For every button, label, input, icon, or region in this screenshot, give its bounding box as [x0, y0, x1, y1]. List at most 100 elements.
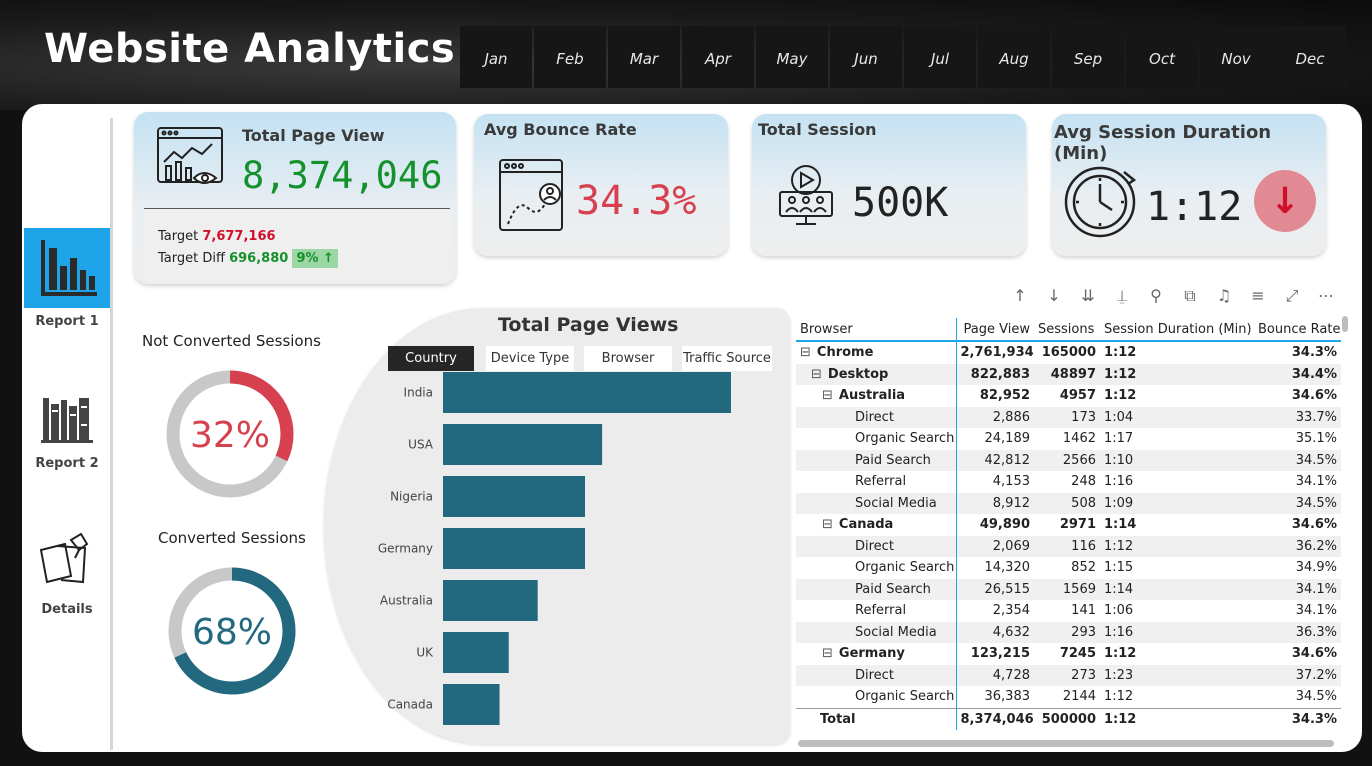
cell-browser-label: Paid Search [855, 581, 931, 597]
table-row[interactable]: ⊟ Germany 123,215 7245 1:12 34.6% [796, 643, 1341, 665]
more-icon[interactable]: ⋯ [1314, 286, 1338, 306]
cell-sessions: 1569 [1034, 578, 1100, 600]
month-button-oct[interactable]: Oct [1126, 26, 1198, 88]
cell-sessions: 7245 [1059, 646, 1096, 662]
collapse-toggle-icon[interactable]: ⊟ [822, 517, 833, 532]
cell-browser-label: Direct [855, 667, 894, 683]
cell-sessions: 500000 [1041, 711, 1096, 727]
month-button-may[interactable]: May [756, 26, 828, 88]
cell-duration: 1:12 [1104, 345, 1137, 361]
cell-browser: ⊟ Desktop [796, 363, 957, 385]
vertical-scrollbar[interactable] [1342, 316, 1348, 332]
bar-category-label: UK [416, 646, 434, 660]
cell-browser: Referral [796, 600, 957, 622]
bar-nigeria[interactable] [443, 476, 586, 517]
col-bounce-rate[interactable]: Bounce Rate [1254, 318, 1341, 341]
month-button-aug[interactable]: Aug [978, 26, 1050, 88]
kpi-bounce-rate: Avg Bounce Rate 34.3% [474, 114, 728, 256]
expand-hierarchy-icon[interactable]: ⍊ [1110, 286, 1134, 306]
table-row[interactable]: Organic Search 24,189 1462 1:17 35.1% [796, 428, 1341, 450]
kpi-session-duration: Avg Session Duration (Min) 1:12 ↓ [1052, 114, 1326, 256]
cell-browser-label: Australia [838, 388, 906, 404]
bar-category-label: India [404, 386, 433, 400]
collapse-toggle-icon[interactable]: ⊟ [811, 367, 822, 382]
cell-browser-label: Total [820, 711, 856, 727]
target-diff-line: Target Diff 696,880 9% ↑ [158, 249, 338, 268]
month-button-jul[interactable]: Jul [904, 26, 976, 88]
table-row[interactable]: Referral 2,354 141 1:06 34.1% [796, 600, 1341, 622]
page-title: Website Analytics [44, 26, 456, 72]
table-row[interactable]: Organic Search 14,320 852 1:15 34.9% [796, 557, 1341, 579]
trend-down-badge: ↓ [1254, 170, 1316, 232]
kpi-value: 34.3% [576, 178, 697, 224]
collapse-toggle-icon[interactable]: ⊟ [800, 345, 811, 360]
pin-icon[interactable]: ⚲ [1144, 286, 1168, 306]
focus-mode-icon[interactable]: ⤢ [1280, 286, 1304, 306]
nav-details[interactable]: Details [24, 530, 110, 617]
bar-india[interactable] [443, 372, 731, 413]
bar-australia[interactable] [443, 580, 538, 621]
col-browser[interactable]: Browser [796, 318, 957, 341]
double-arrow-down-icon[interactable]: ⇊ [1076, 286, 1100, 306]
col-sessions[interactable]: Sessions [1034, 318, 1100, 341]
table-row[interactable]: ⊟ Australia 82,952 4957 1:12 34.6% [796, 385, 1341, 407]
filter-icon[interactable]: ≡ [1246, 286, 1270, 306]
bar-category-label: Germany [378, 542, 433, 556]
not-converted-donut: 32% [166, 370, 294, 498]
arrow-up-icon: ↑ [323, 251, 334, 266]
table-row[interactable]: Social Media 8,912 508 1:09 34.5% [796, 492, 1341, 514]
table-row[interactable]: Organic Search 36,383 2144 1:12 34.5% [796, 686, 1341, 708]
cell-duration: 1:16 [1100, 621, 1254, 643]
cell-bounce-rate: 34.5% [1254, 449, 1341, 471]
arrow-up-icon[interactable]: ↑ [1008, 286, 1032, 306]
bar-usa[interactable] [443, 424, 603, 465]
cell-duration: 1:09 [1100, 492, 1254, 514]
nav-report-2[interactable]: Report 2 [24, 390, 110, 471]
bell-icon[interactable]: ♫ [1212, 286, 1236, 306]
cell-bounce-rate: 34.1% [1295, 474, 1337, 490]
table-row[interactable]: Referral 4,153 248 1:16 34.1% [796, 471, 1341, 493]
table-row[interactable]: ⊟ Desktop 822,883 48897 1:12 34.4% [796, 363, 1341, 385]
cell-bounce-rate: 34.1% [1295, 603, 1337, 619]
cell-page-view: 24,189 [984, 431, 1031, 447]
table-row[interactable]: ⊟ Chrome 2,761,934 165000 1:12 34.3% [796, 341, 1341, 364]
col-page-view[interactable]: Page View [956, 318, 1034, 341]
bar-uk[interactable] [443, 632, 509, 673]
cell-page-view: 2,886 [956, 406, 1034, 428]
bar-canada[interactable] [443, 684, 500, 725]
month-button-apr[interactable]: Apr [682, 26, 754, 88]
cell-page-view: 2,069 [956, 535, 1034, 557]
month-button-jun[interactable]: Jun [830, 26, 902, 88]
month-button-feb[interactable]: Feb [534, 26, 606, 88]
kpi-title: Avg Bounce Rate [484, 120, 637, 139]
table-row[interactable]: Direct 2,069 116 1:12 36.2% [796, 535, 1341, 557]
month-button-jan[interactable]: Jan [460, 26, 532, 88]
month-button-sep[interactable]: Sep [1052, 26, 1124, 88]
month-button-mar[interactable]: Mar [608, 26, 680, 88]
month-button-dec[interactable]: Dec [1274, 26, 1346, 88]
arrow-down-icon[interactable]: ↓ [1042, 286, 1066, 306]
table-row[interactable]: Paid Search 26,515 1569 1:14 34.1% [796, 578, 1341, 600]
cell-duration: 1:14 [1100, 578, 1254, 600]
table-row[interactable]: Direct 4,728 273 1:23 37.2% [796, 664, 1341, 686]
cell-browser-label: Paid Search [855, 452, 931, 468]
table-total-row[interactable]: Total 8,374,046 500000 1:12 34.3% [796, 708, 1341, 730]
cell-bounce-rate: 35.1% [1295, 431, 1337, 447]
table-row[interactable]: Direct 2,886 173 1:04 33.7% [796, 406, 1341, 428]
month-button-nov[interactable]: Nov [1200, 26, 1272, 88]
table-row[interactable]: Paid Search 42,812 2566 1:10 34.5% [796, 449, 1341, 471]
target-panel: Target 7,677,166 Target Diff 696,880 9% … [144, 208, 450, 283]
table-row[interactable]: ⊟ Canada 49,890 2971 1:14 34.6% [796, 514, 1341, 536]
copy-icon[interactable]: ⧉ [1178, 286, 1202, 306]
horizontal-scrollbar[interactable] [798, 740, 1334, 747]
col-session-duration[interactable]: Session Duration (Min) [1100, 318, 1254, 341]
bar-germany[interactable] [443, 528, 586, 569]
table-row[interactable]: Social Media 4,632 293 1:16 36.3% [796, 621, 1341, 643]
cell-browser: Referral [796, 471, 957, 493]
collapse-toggle-icon[interactable]: ⊟ [822, 388, 833, 403]
cell-duration: 1:16 [1104, 474, 1134, 490]
kpi-total-page-view: Total Page View 8,374,046 Target 7,677,1… [134, 112, 456, 284]
collapse-toggle-icon[interactable]: ⊟ [822, 646, 833, 661]
nav-report-1[interactable]: Report 1 [24, 228, 110, 329]
donut-label: 68% [192, 612, 272, 653]
